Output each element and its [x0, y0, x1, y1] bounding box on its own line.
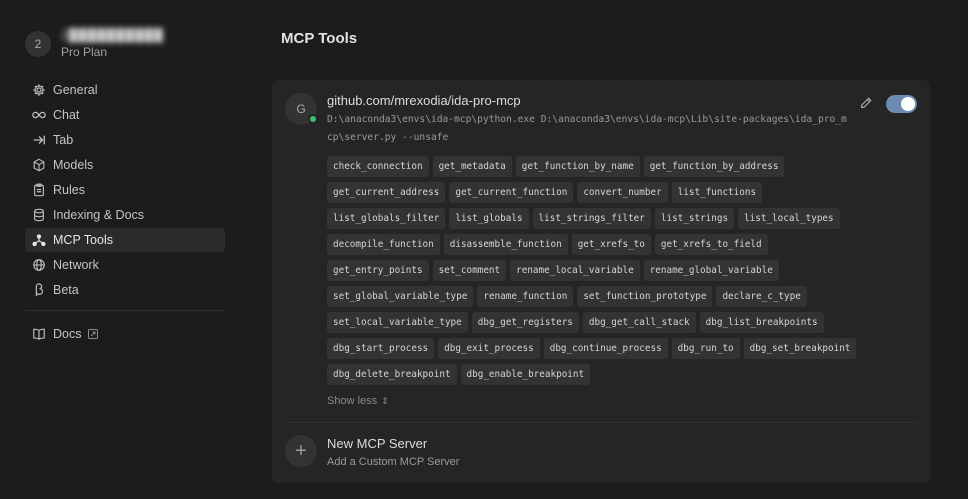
tool-chip: disassemble_function	[443, 234, 568, 255]
avatar: 2	[25, 31, 51, 57]
sidebar-item-indexing-docs[interactable]: Indexing & Docs	[25, 203, 225, 227]
status-indicator	[308, 114, 318, 124]
tool-chip: declare_c_type	[716, 286, 807, 307]
server-name: github.com/mrexodia/ida-pro-mcp	[327, 93, 521, 108]
tool-chip: dbg_set_breakpoint	[743, 338, 857, 359]
external-link-icon	[88, 329, 99, 339]
user-plan: Pro Plan	[61, 45, 108, 59]
database-icon	[32, 208, 46, 222]
tool-chip: list_local_types	[738, 208, 840, 229]
cube-icon	[32, 158, 46, 172]
add-server-button[interactable]: +	[285, 435, 317, 467]
tool-chip: set_comment	[432, 260, 507, 281]
sidebar-item-rules[interactable]: Rules	[25, 178, 225, 202]
sidebar-item-beta[interactable]: Beta	[25, 278, 225, 302]
tool-chip: convert_number	[577, 182, 668, 203]
sidebar-item-chat[interactable]: Chat	[25, 103, 225, 127]
user-profile[interactable]: 2 2██████████ Pro Plan	[25, 26, 225, 62]
sidebar-divider	[25, 310, 225, 311]
sidebar-item-label: Models	[53, 158, 94, 172]
tool-chip: get_function_by_name	[515, 156, 640, 177]
tool-chip: dbg_get_call_stack	[582, 312, 696, 333]
pencil-icon	[861, 97, 872, 108]
tool-chip: list_functions	[671, 182, 763, 203]
tool-chip: set_local_variable_type	[327, 312, 468, 333]
tool-chip: get_current_address	[327, 182, 446, 203]
tool-chip: rename_local_variable	[510, 260, 640, 281]
tool-chip: dbg_run_to	[671, 338, 740, 359]
server-command: D:\anaconda3\envs\ida-mcp\python.exe D:\…	[327, 114, 847, 143]
sidebar-item-models[interactable]: Models	[25, 153, 225, 177]
new-server-title[interactable]: New MCP Server	[327, 436, 427, 451]
tool-chip: rename_function	[477, 286, 574, 307]
card-divider	[285, 422, 917, 423]
sidebar-item-network[interactable]: Network	[25, 253, 225, 277]
tool-chip: set_function_prototype	[577, 286, 713, 307]
tool-chip: list_globals_filter	[327, 208, 446, 229]
tool-chip: list_strings	[654, 208, 735, 229]
tool-chip: get_xrefs_to	[571, 234, 651, 255]
sidebar-item-docs[interactable]: Docs	[25, 322, 225, 346]
toggle-knob	[901, 97, 915, 111]
tool-chip: set_global_variable_type	[327, 286, 474, 307]
sidebar-item-label: Tab	[53, 133, 74, 147]
tool-chip: dbg_delete_breakpoint	[327, 364, 457, 385]
tool-chip: decompile_function	[327, 234, 440, 255]
sidebar-item-general[interactable]: General	[25, 78, 225, 102]
tool-chip: dbg_list_breakpoints	[699, 312, 824, 333]
page-title: MCP Tools	[281, 30, 358, 47]
new-server-subtitle: Add a Custom MCP Server	[327, 456, 460, 468]
tool-chip: dbg_start_process	[327, 338, 435, 359]
tool-chip: dbg_exit_process	[438, 338, 540, 359]
sidebar-item-tab[interactable]: Tab	[25, 128, 225, 152]
show-less-button[interactable]: Show less ⇕	[327, 395, 389, 407]
sidebar-item-label: Network	[53, 258, 99, 272]
sidebar-item-label: Rules	[53, 183, 85, 197]
tool-list: check_connection get_metadata get_function…	[327, 156, 872, 385]
book-icon	[32, 327, 46, 341]
tool-chip: dbg_get_registers	[471, 312, 579, 333]
chevron-up-down-icon: ⇕	[381, 395, 389, 406]
user-info: 2██████████ Pro Plan	[61, 29, 181, 59]
sidebar-item-label: Chat	[53, 108, 80, 122]
sidebar-item-label: MCP Tools	[53, 233, 113, 247]
edit-server-button[interactable]	[858, 95, 874, 111]
tool-chip: list_strings_filter	[532, 208, 651, 229]
tool-chip: get_xrefs_to_field	[654, 234, 768, 255]
sidebar-item-label: General	[53, 83, 98, 97]
show-less-label: Show less	[327, 395, 378, 407]
tab-arrow-icon	[32, 133, 46, 147]
tool-chip: check_connection	[327, 156, 429, 177]
tool-chip: get_function_by_address	[643, 156, 785, 177]
gear-icon	[32, 83, 46, 97]
mcp-server-card: G github.com/mrexodia/ida-pro-mcp D:\ana…	[272, 80, 930, 483]
sidebar: 2 2██████████ Pro Plan General Chat Tab …	[0, 0, 240, 499]
sidebar-item-mcp-tools[interactable]: MCP Tools	[25, 228, 225, 252]
mcp-network-icon	[32, 233, 46, 247]
tool-chip: get_entry_points	[327, 260, 429, 281]
infinity-icon	[32, 108, 46, 122]
tool-chip: dbg_enable_breakpoint	[460, 364, 591, 385]
user-name: 2██████████	[61, 28, 164, 42]
tool-chip: get_current_function	[449, 182, 574, 203]
clipboard-icon	[32, 183, 46, 197]
tool-chip: get_metadata	[432, 156, 512, 177]
globe-icon	[32, 258, 46, 272]
tool-chip: rename_global_variable	[643, 260, 779, 281]
sidebar-item-label: Indexing & Docs	[53, 208, 145, 222]
sidebar-item-label: Docs	[53, 327, 82, 341]
plus-icon: +	[295, 439, 307, 462]
server-enable-toggle[interactable]	[886, 95, 917, 113]
tool-chip: list_globals	[449, 208, 529, 229]
tool-chip: dbg_continue_process	[543, 338, 668, 359]
sidebar-item-label: Beta	[53, 283, 79, 297]
beta-icon	[32, 283, 46, 297]
